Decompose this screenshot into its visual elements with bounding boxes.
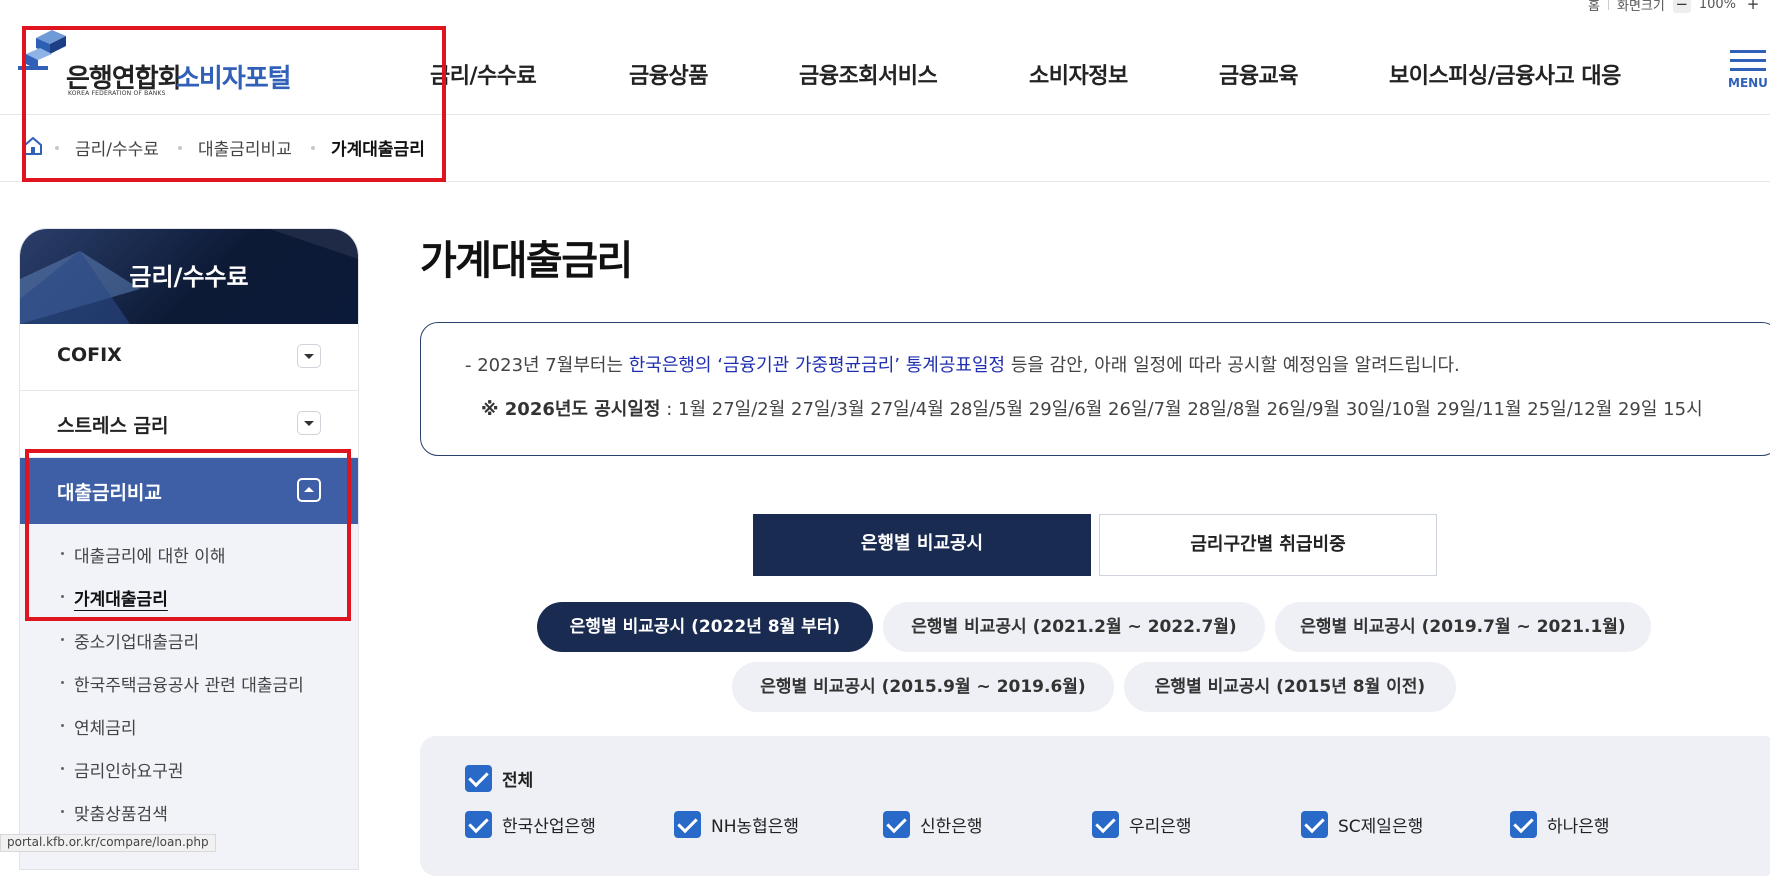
checkbox-label: 전체 xyxy=(502,770,534,791)
collapse-toggle[interactable] xyxy=(297,478,321,502)
checkbox-bank[interactable]: SC제일은행 xyxy=(1301,810,1423,838)
checkbox-checked-icon[interactable] xyxy=(465,764,492,792)
submenu-label: 대출금리에 대한 이해 xyxy=(74,547,226,567)
schedule-label: ※ 2026년도 공시일정 xyxy=(481,399,661,420)
hamburger-bar xyxy=(1730,59,1766,62)
checkbox-checked-icon[interactable] xyxy=(465,810,492,838)
checkbox-label: 신한은행 xyxy=(920,816,983,837)
checkbox-label: 한국산업은행 xyxy=(502,816,596,837)
gnb-voice-phishing[interactable]: 보이스피싱/금융사고 대응 xyxy=(1389,58,1621,90)
checkbox-label: NH농협은행 xyxy=(711,816,800,837)
bullet xyxy=(61,681,64,684)
checkbox-all[interactable]: 전체 xyxy=(465,764,533,792)
submenu-label: 한국주택금융공사 관련 대출금리 xyxy=(74,676,304,696)
checkbox-bank[interactable]: NH농협은행 xyxy=(674,810,799,838)
submenu-label: 중소기업대출금리 xyxy=(74,633,200,653)
period-pill-2015-09[interactable]: 은행별 비교공시 (2015.9월 ~ 2019.6월) xyxy=(732,662,1114,712)
side-nav-submenu: 대출금리에 대한 이해 가계대출금리 중소기업대출금리 한국주택금융공사 관련 … xyxy=(20,524,358,869)
breadcrumb-item[interactable]: 금리/수수료 xyxy=(75,135,159,160)
bullet xyxy=(61,767,64,770)
checkbox-checked-icon[interactable] xyxy=(1510,810,1537,838)
logo-sub-text: 소비자포털 xyxy=(176,64,292,94)
hamburger-icon xyxy=(1730,50,1766,53)
checkbox-checked-icon[interactable] xyxy=(1301,810,1328,838)
expand-toggle[interactable] xyxy=(297,411,321,435)
bank-filter-panel: 전체 한국산업은행 NH농협은행 신한은행 우리은행 SC제일은행 하나은행 xyxy=(420,736,1770,876)
tab-bank-comparison[interactable]: 은행별 비교공시 xyxy=(753,514,1091,576)
submenu-item[interactable]: 금리인하요구권 xyxy=(20,757,358,800)
breadcrumb: 금리/수수료 대출금리비교 가계대출금리 xyxy=(0,115,1770,182)
notice-text: - 2023년 7월부터는 xyxy=(465,355,629,376)
breadcrumb-separator xyxy=(178,146,182,150)
checkbox-checked-icon[interactable] xyxy=(1092,810,1119,838)
gnb-products[interactable]: 금융상품 xyxy=(629,58,708,90)
status-bar-url: portal.kfb.or.kr/compare/loan.php xyxy=(0,834,216,852)
menu-label: MENU xyxy=(1728,76,1768,90)
period-pill-2022-08[interactable]: 은행별 비교공시 (2022년 8월 부터) xyxy=(537,602,873,652)
chevron-down-icon xyxy=(304,421,314,426)
side-nav: 금리/수수료 COFIX 스트레스 금리 대출금리비교 대출금리에 대한 이해 … xyxy=(19,228,359,870)
submenu-label: 맞춤상품검색 xyxy=(74,805,168,825)
bullet xyxy=(61,810,64,813)
hamburger-bar xyxy=(1730,68,1766,71)
gnb-rates-fees[interactable]: 금리/수수료 xyxy=(430,58,537,90)
breadcrumb-item[interactable]: 대출금리비교 xyxy=(198,135,292,160)
breadcrumb-current: 가계대출금리 xyxy=(331,140,425,160)
submenu-item[interactable]: 연체금리 xyxy=(20,714,358,757)
gnb-inquiry-services[interactable]: 금융조회서비스 xyxy=(799,58,938,90)
all-menu-button[interactable]: MENU xyxy=(1727,48,1769,94)
period-pill-2021-02[interactable]: 은행별 비교공시 (2021.2월 ~ 2022.7월) xyxy=(883,602,1265,652)
chevron-up-icon xyxy=(304,487,314,492)
submenu-item[interactable]: 중소기업대출금리 xyxy=(20,628,358,671)
side-nav-header: 금리/수수료 xyxy=(20,229,358,324)
tab-rate-range-share[interactable]: 금리구간별 취급비중 xyxy=(1099,514,1437,576)
schedule-dates: : 1월 27일/2월 27일/3월 27일/4월 28일/5월 29일/6월 … xyxy=(660,399,1703,420)
bullet xyxy=(61,638,64,641)
notice-line-1: - 2023년 7월부터는 한국은행의 ‘금융기관 가중평균금리’ 통계공표일정… xyxy=(465,351,1460,377)
notice-line-2: ※ 2026년도 공시일정 : 1월 27일/2월 27일/3월 27일/4월 … xyxy=(481,395,1703,421)
gnb-consumer-info[interactable]: 소비자정보 xyxy=(1029,58,1128,90)
notice-text: 등을 감안, 아래 일정에 따라 공시할 예정임을 알려드립니다. xyxy=(1005,355,1460,376)
checkbox-bank[interactable]: 신한은행 xyxy=(883,810,983,838)
checkbox-bank[interactable]: 한국산업은행 xyxy=(465,810,596,838)
logo-english-text: KOREA FEDERATION OF BANKS xyxy=(68,90,166,97)
checkbox-label: SC제일은행 xyxy=(1338,816,1424,837)
submenu-label: 가계대출금리 xyxy=(74,590,168,610)
side-nav-item-cofix[interactable]: COFIX xyxy=(20,324,358,391)
side-nav-title: 금리/수수료 xyxy=(129,263,249,291)
submenu-item-current[interactable]: 가계대출금리 xyxy=(20,585,358,628)
submenu-item[interactable]: 한국주택금융공사 관련 대출금리 xyxy=(20,671,358,714)
breadcrumb-separator xyxy=(55,146,59,150)
submenu-label: 연체금리 xyxy=(74,719,137,739)
breadcrumb-separator xyxy=(311,146,315,150)
notice-highlight-link[interactable]: 한국은행의 ‘금융기관 가중평균금리’ 통계공표일정 xyxy=(629,355,1005,376)
gnb-education[interactable]: 금융교육 xyxy=(1219,58,1298,90)
submenu-item[interactable]: 대출금리에 대한 이해 xyxy=(20,542,358,585)
bullet xyxy=(61,552,64,555)
side-nav-item-stress-rate[interactable]: 스트레스 금리 xyxy=(20,391,358,458)
submenu-label: 금리인하요구권 xyxy=(74,762,184,782)
page-title: 가계대출금리 xyxy=(420,238,633,284)
checkbox-label: 하나은행 xyxy=(1547,816,1610,837)
side-nav-item-label: COFIX xyxy=(57,344,122,366)
checkbox-label: 우리은행 xyxy=(1129,816,1192,837)
checkbox-checked-icon[interactable] xyxy=(883,810,910,838)
bullet xyxy=(61,724,64,727)
site-header: 은행연합회 소비자포털 KOREA FEDERATION OF BANKS 금리… xyxy=(0,0,1770,115)
home-icon[interactable] xyxy=(22,135,44,157)
checkbox-bank[interactable]: 하나은행 xyxy=(1510,810,1610,838)
bullet xyxy=(61,595,64,598)
period-pill-2019-07[interactable]: 은행별 비교공시 (2019.7월 ~ 2021.1월) xyxy=(1275,602,1651,652)
chevron-down-icon xyxy=(304,354,314,359)
checkbox-bank[interactable]: 우리은행 xyxy=(1092,810,1192,838)
checkbox-checked-icon[interactable] xyxy=(674,810,701,838)
notice-box: - 2023년 7월부터는 한국은행의 ‘금융기관 가중평균금리’ 통계공표일정… xyxy=(420,322,1770,456)
expand-toggle[interactable] xyxy=(297,344,321,368)
side-nav-item-label: 대출금리비교 xyxy=(57,482,162,504)
site-logo[interactable]: 은행연합회 소비자포털 KOREA FEDERATION OF BANKS xyxy=(18,28,308,100)
side-nav-item-label: 스트레스 금리 xyxy=(57,415,169,437)
side-nav-item-loan-rate-compare[interactable]: 대출금리비교 xyxy=(20,458,358,524)
period-pill-before-2015-08[interactable]: 은행별 비교공시 (2015년 8월 이전) xyxy=(1124,662,1456,712)
